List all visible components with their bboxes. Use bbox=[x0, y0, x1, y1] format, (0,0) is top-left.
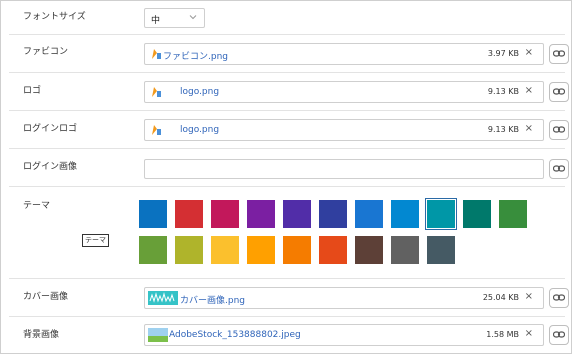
settings-panel: フォントサイズ 中 ファビコン ファビコン.png 3.97 KB × ロゴ l… bbox=[0, 0, 572, 354]
theme-label: テーマ bbox=[23, 201, 51, 211]
theme-swatch[interactable] bbox=[355, 200, 383, 228]
logo-file-name[interactable]: logo.png bbox=[180, 87, 219, 97]
theme-swatch[interactable] bbox=[211, 200, 239, 228]
theme-swatch[interactable] bbox=[139, 236, 167, 264]
login-logo-thumbnail bbox=[152, 125, 161, 135]
theme-swatch[interactable] bbox=[463, 200, 491, 228]
login-logo-file-name[interactable]: logo.png bbox=[180, 125, 219, 135]
theme-swatch[interactable] bbox=[139, 200, 167, 228]
theme-swatch[interactable] bbox=[391, 200, 419, 228]
login-logo-file-size: 9.13 KB bbox=[487, 125, 519, 134]
theme-tooltip: テーマ bbox=[82, 234, 109, 247]
font-size-select[interactable]: 中 bbox=[144, 8, 205, 28]
chevron-down-icon bbox=[189, 15, 197, 20]
background-image-file-size: 1.58 MB bbox=[486, 330, 519, 339]
cover-image-file-size: 25.04 KB bbox=[482, 293, 519, 302]
theme-swatch[interactable] bbox=[319, 236, 347, 264]
link-icon bbox=[553, 165, 565, 172]
logo-file-size: 9.13 KB bbox=[487, 87, 519, 96]
background-image-clear-button[interactable]: × bbox=[525, 328, 533, 339]
cover-image-file-field[interactable]: カバー画像.png 25.04 KB × bbox=[144, 287, 544, 309]
link-icon bbox=[553, 88, 565, 95]
favicon-file-size: 3.97 KB bbox=[487, 49, 519, 58]
link-icon bbox=[553, 126, 565, 133]
favicon-file-name[interactable]: ファビコン.png bbox=[163, 49, 228, 62]
login-image-label: ログイン画像 bbox=[23, 162, 78, 172]
link-icon bbox=[553, 331, 565, 338]
background-image-link-button[interactable] bbox=[549, 325, 569, 345]
login-image-row: ログイン画像 bbox=[9, 149, 569, 187]
theme-swatch[interactable] bbox=[175, 236, 203, 264]
theme-swatch[interactable] bbox=[283, 236, 311, 264]
font-size-value: 中 bbox=[151, 16, 161, 26]
theme-swatch[interactable] bbox=[355, 236, 383, 264]
background-image-row: 背景画像 AdobeStock_153888802.jpeg 1.58 MB × bbox=[9, 317, 569, 353]
theme-swatch[interactable] bbox=[391, 236, 419, 264]
link-icon bbox=[553, 50, 565, 57]
theme-swatch[interactable] bbox=[247, 236, 275, 264]
theme-swatch[interactable] bbox=[283, 200, 311, 228]
background-image-label: 背景画像 bbox=[23, 330, 60, 340]
login-logo-file-field[interactable]: logo.png 9.13 KB × bbox=[144, 119, 544, 141]
background-image-file-name[interactable]: AdobeStock_153888802.jpeg bbox=[169, 330, 301, 340]
theme-swatch[interactable] bbox=[427, 236, 455, 264]
theme-swatch[interactable] bbox=[247, 200, 275, 228]
cover-image-thumbnail bbox=[148, 291, 178, 305]
favicon-link-button[interactable] bbox=[549, 44, 569, 64]
theme-swatch[interactable] bbox=[175, 200, 203, 228]
logo-thumbnail bbox=[152, 87, 161, 97]
favicon-row: ファビコン ファビコン.png 3.97 KB × bbox=[9, 35, 569, 73]
logo-label: ロゴ bbox=[23, 86, 42, 96]
theme-swatch[interactable] bbox=[499, 200, 527, 228]
link-icon bbox=[553, 294, 565, 301]
theme-row: テーマ テーマ bbox=[9, 187, 565, 279]
font-size-label: フォントサイズ bbox=[23, 12, 86, 22]
login-image-file-field[interactable] bbox=[144, 159, 544, 179]
logo-row: ロゴ logo.png 9.13 KB × bbox=[9, 73, 569, 111]
theme-swatch[interactable] bbox=[211, 236, 239, 264]
favicon-label: ファビコン bbox=[23, 47, 69, 57]
logo-file-field[interactable]: logo.png 9.13 KB × bbox=[144, 81, 544, 103]
logo-clear-button[interactable]: × bbox=[525, 85, 533, 96]
cover-image-file-name[interactable]: カバー画像.png bbox=[180, 293, 245, 306]
theme-swatch[interactable] bbox=[425, 198, 457, 230]
login-image-link-button[interactable] bbox=[549, 159, 569, 179]
login-logo-link-button[interactable] bbox=[549, 120, 569, 140]
cover-image-clear-button[interactable]: × bbox=[525, 291, 533, 302]
cover-image-row: カバー画像 カバー画像.png 25.04 KB × bbox=[9, 279, 569, 317]
background-image-file-field[interactable]: AdobeStock_153888802.jpeg 1.58 MB × bbox=[144, 324, 544, 346]
logo-link-button[interactable] bbox=[549, 82, 569, 102]
background-image-thumbnail bbox=[148, 328, 168, 342]
login-logo-clear-button[interactable]: × bbox=[525, 123, 533, 134]
font-size-row: フォントサイズ 中 bbox=[9, 1, 565, 35]
cover-image-label: カバー画像 bbox=[23, 292, 69, 302]
favicon-clear-button[interactable]: × bbox=[525, 47, 533, 58]
cover-image-link-button[interactable] bbox=[549, 288, 569, 308]
favicon-thumbnail bbox=[152, 49, 161, 59]
login-logo-label: ログインロゴ bbox=[23, 124, 78, 134]
favicon-file-field[interactable]: ファビコン.png 3.97 KB × bbox=[144, 43, 544, 65]
theme-swatch[interactable] bbox=[319, 200, 347, 228]
login-logo-row: ログインロゴ logo.png 9.13 KB × bbox=[9, 111, 569, 149]
